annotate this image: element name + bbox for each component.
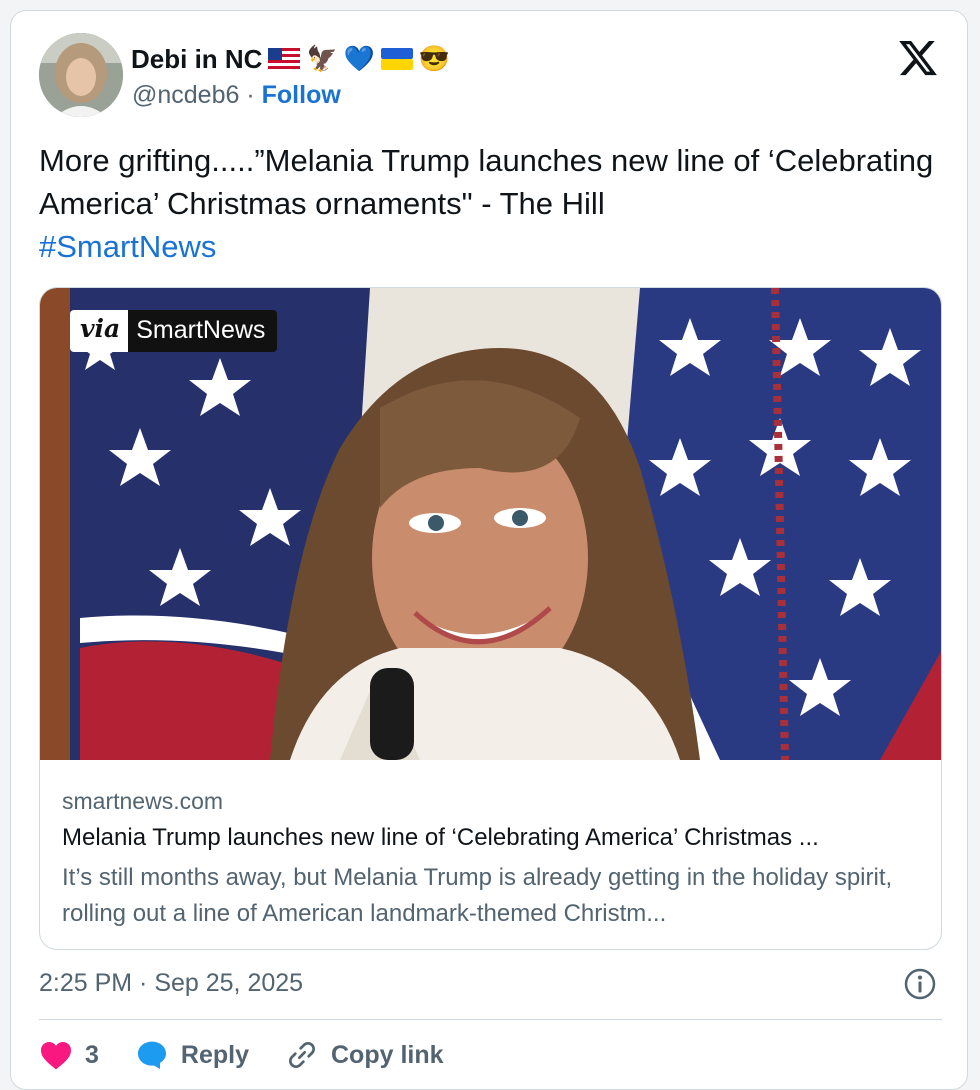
separator: · — [246, 81, 255, 109]
reply-button[interactable]: Reply — [135, 1039, 249, 1071]
like-count: 3 — [85, 1040, 99, 1069]
badge-source: SmartNews — [128, 310, 278, 352]
hashtag-link[interactable]: #SmartNews — [39, 229, 216, 264]
info-icon[interactable] — [903, 967, 937, 1001]
author-name-row: Debi in NC 🦅 💙 😎 — [131, 41, 450, 77]
avatar[interactable] — [39, 33, 123, 117]
tweet-text: More grifting.....”Melania Trump launche… — [39, 139, 939, 268]
reply-bubble-icon — [137, 1041, 166, 1069]
action-bar: 3 Reply Copy link — [39, 1037, 480, 1073]
display-name[interactable]: Debi in NC — [131, 44, 262, 75]
ukraine-flag-icon — [380, 48, 413, 70]
eagle-icon: 🦅 — [306, 44, 338, 73]
handle-row: @ncdeb6 · Follow — [132, 81, 341, 110]
blue-heart-icon: 💙 — [343, 44, 375, 73]
tweet-card: Debi in NC 🦅 💙 😎 @ncdeb6 · Follow More g… — [10, 10, 968, 1090]
timestamp[interactable]: 2:25 PM · Sep 25, 2025 — [39, 969, 303, 998]
x-logo-icon[interactable] — [897, 37, 939, 79]
link-headline[interactable]: Melania Trump launches new line of ‘Cele… — [62, 824, 819, 852]
link-description: It’s still months away, but Melania Trum… — [62, 864, 893, 927]
badge-via: via — [70, 310, 129, 352]
sunglasses-icon: 😎 — [418, 44, 450, 73]
copy-link-label: Copy link — [331, 1040, 444, 1069]
us-flag-icon — [268, 48, 301, 70]
handle[interactable]: @ncdeb6 — [132, 81, 239, 109]
tweet-body: More grifting.....”Melania Trump launche… — [39, 143, 934, 221]
link-preview-card[interactable]: via SmartNews smartnews.com Melania Trum… — [39, 287, 942, 950]
heart-icon — [41, 1042, 71, 1070]
copy-link-button[interactable]: Copy link — [285, 1039, 444, 1071]
via-smartnews-badge: via SmartNews — [70, 310, 278, 352]
reply-label: Reply — [180, 1040, 249, 1069]
link-domain: smartnews.com — [62, 788, 224, 814]
link-icon — [289, 1042, 315, 1068]
divider — [39, 1019, 942, 1020]
article-photo[interactable]: via SmartNews — [40, 288, 941, 761]
follow-button[interactable]: Follow — [262, 81, 341, 109]
like-button[interactable]: 3 — [39, 1040, 99, 1070]
